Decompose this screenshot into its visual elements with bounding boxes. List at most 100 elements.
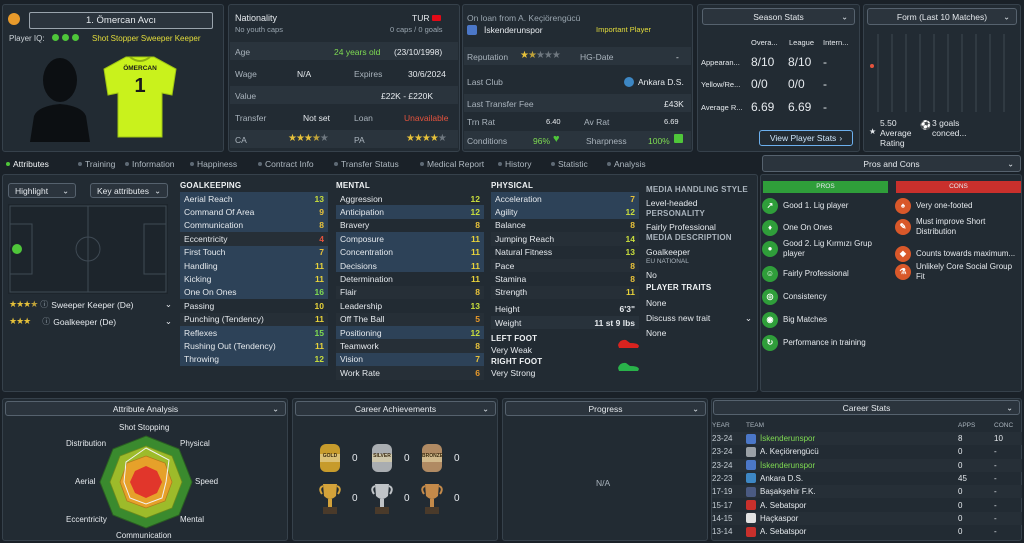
career-row[interactable]: 15-17 A. Sebatspor 0 -: [712, 499, 1022, 512]
last-fee-label: Last Transfer Fee: [467, 99, 534, 109]
tab-information[interactable]: Information: [125, 159, 175, 169]
season-league-value: 8/10: [788, 55, 812, 69]
chevron-down-icon: ⌄: [164, 299, 172, 309]
tab-analysis[interactable]: Analysis: [607, 159, 646, 169]
attribute-row[interactable]: Pace 8: [491, 259, 639, 273]
role-sweeper-keeper[interactable]: ★★★★ ⓘ Sweeper Keeper (De) ⌄: [9, 299, 172, 310]
attribute-row[interactable]: Aggression 12: [336, 192, 484, 205]
career-row[interactable]: 23-24 İskenderunspor 8 10: [712, 432, 1022, 446]
attribute-value: 12: [314, 354, 324, 365]
attribute-row[interactable]: One On Ones 16: [180, 285, 328, 300]
career-apps: 0: [958, 460, 963, 470]
attribute-row[interactable]: Agility 12: [491, 205, 639, 219]
view-player-stats-button[interactable]: View Player Stats ›: [759, 130, 853, 146]
player-iq-label: Player IQ:: [9, 34, 45, 43]
career-row[interactable]: 23-24 A. Keçiörengücü 0 -: [712, 445, 1022, 458]
tab-contract-info[interactable]: Contract Info: [258, 159, 314, 169]
season-stats-dropdown[interactable]: Season Stats ⌄: [702, 8, 855, 25]
attribute-row[interactable]: Off The Ball 5: [336, 312, 484, 326]
attribute-row[interactable]: Composure 11: [336, 232, 484, 246]
tab-attributes[interactable]: Attributes: [6, 159, 49, 169]
career-row[interactable]: 14-15 Haçkaspor 0 -: [712, 511, 1022, 525]
attribute-row[interactable]: Teamwork 8: [336, 339, 484, 353]
career-row[interactable]: 17-19 Başakşehir F.K. 0 -: [712, 485, 1022, 499]
attribute-row[interactable]: Communication 8: [180, 218, 328, 233]
attribute-row[interactable]: Punching (Tendency) 11: [180, 312, 328, 326]
progress-dropdown[interactable]: Progress ⌄: [505, 401, 706, 416]
career-row[interactable]: 23-24 İskenderunspor 0 -: [712, 458, 1022, 472]
attribute-row[interactable]: Kicking 11: [180, 272, 328, 286]
attribute-row[interactable]: Handling 11: [180, 259, 328, 273]
attribute-row[interactable]: First Touch 7: [180, 245, 328, 259]
goals-conceded-label: conced...: [932, 128, 967, 138]
attribute-row[interactable]: Passing 10: [180, 299, 328, 312]
attribute-row[interactable]: Decisions 11: [336, 259, 484, 273]
pros-cons-dropdown[interactable]: Pros and Cons ⌄: [762, 155, 1021, 172]
attribute-row[interactable]: Jumping Reach 14: [491, 232, 639, 246]
attribute-value: 16: [314, 287, 324, 298]
career-col-conc: CONC: [994, 422, 1014, 429]
attribute-row[interactable]: Strength 11: [491, 285, 639, 300]
career-stats-dropdown[interactable]: Career Stats ⌄: [713, 400, 1020, 415]
career-achievements-dropdown[interactable]: Career Achievements ⌄: [295, 401, 496, 416]
discuss-new-trait-dropdown[interactable]: Discuss new trait ⌄: [646, 313, 752, 324]
tab-history[interactable]: History: [498, 159, 531, 169]
player-name-box[interactable]: 1. Ömercan Avcı: [29, 12, 213, 29]
tab-dot-icon: [420, 162, 424, 166]
form-dropdown[interactable]: Form (Last 10 Matches) ⌄: [867, 8, 1017, 25]
radar-label: Speed: [195, 477, 219, 486]
tab-transfer-status[interactable]: Transfer Status: [334, 159, 399, 169]
player-iq-dots: [52, 34, 79, 41]
career-row[interactable]: 22-23 Ankara D.S. 45 -: [712, 472, 1022, 485]
loan-club[interactable]: İskenderunspor: [467, 25, 543, 35]
pa-label: PA: [354, 135, 365, 145]
tab-dot-icon: [78, 162, 82, 166]
attribute-name: Teamwork: [340, 341, 379, 352]
key-attributes-dropdown[interactable]: Key attributes ⌄: [90, 183, 168, 198]
attribute-row[interactable]: Acceleration 7: [491, 192, 639, 206]
attribute-value: 8: [475, 287, 480, 298]
tab-happiness[interactable]: Happiness: [190, 159, 237, 169]
highlight-dropdown[interactable]: Highlight ⌄: [8, 183, 76, 198]
tab-medical-report[interactable]: Medical Report: [420, 159, 484, 169]
attribute-row[interactable]: Vision 7: [336, 352, 484, 367]
attribute-row[interactable]: Eccentricity 4: [180, 232, 328, 246]
hg-label: HG-Date: [580, 52, 614, 62]
tab-statistic[interactable]: Statistic: [551, 159, 588, 169]
attribute-row[interactable]: Aerial Reach 13: [180, 192, 328, 206]
info-icon: ⓘ: [42, 317, 51, 326]
attribute-row[interactable]: Anticipation 12: [336, 205, 484, 219]
last-club-value[interactable]: Ankara D.S.: [624, 77, 684, 87]
career-apps: 0: [958, 447, 963, 457]
form-chart: [868, 30, 1016, 115]
attribute-row[interactable]: Flair 8: [336, 285, 484, 300]
career-row[interactable]: 13-14 A. Sebatspor 0 -: [712, 525, 1022, 538]
attribute-row[interactable]: Bravery 8: [336, 219, 484, 232]
attribute-row[interactable]: Natural Fitness 13: [491, 246, 639, 259]
value-value: £22K - £220K: [381, 91, 433, 101]
club-crest-icon: [467, 25, 477, 35]
attribute-row[interactable]: Stamina 8: [491, 272, 639, 285]
attribute-row[interactable]: Command Of Area 9: [180, 205, 328, 219]
attribute-row[interactable]: Throwing 12: [180, 352, 328, 367]
attribute-row[interactable]: Balance 8: [491, 219, 639, 232]
con-item: ◆ Counts towards maximum...: [895, 246, 1020, 262]
trophy-icon: [420, 482, 444, 516]
attribute-row[interactable]: Positioning 12: [336, 326, 484, 340]
attribute-row[interactable]: Work Rate 6: [336, 366, 484, 380]
conditions-value: 96%: [533, 136, 551, 146]
wage-value: N/A: [297, 69, 312, 79]
attribute-row[interactable]: Leadership 13: [336, 299, 484, 312]
attribute-analysis-dropdown[interactable]: Attribute Analysis ⌄: [5, 401, 286, 416]
conditions-label: Conditions: [467, 136, 508, 146]
attribute-value: 11: [471, 274, 480, 285]
career-conc: -: [994, 527, 997, 537]
attribute-row[interactable]: Concentration 11: [336, 245, 484, 259]
attribute-row[interactable]: Determination 11: [336, 272, 484, 285]
role-goalkeeper[interactable]: ★★★ ⓘ Goalkeeper (De) ⌄: [9, 316, 172, 327]
attribute-name: Determination: [340, 274, 393, 285]
attribute-row[interactable]: Reflexes 15: [180, 326, 328, 340]
attribute-value: 11: [315, 314, 324, 325]
attribute-row[interactable]: Rushing Out (Tendency) 11: [180, 339, 328, 353]
tab-training[interactable]: Training: [78, 159, 115, 169]
